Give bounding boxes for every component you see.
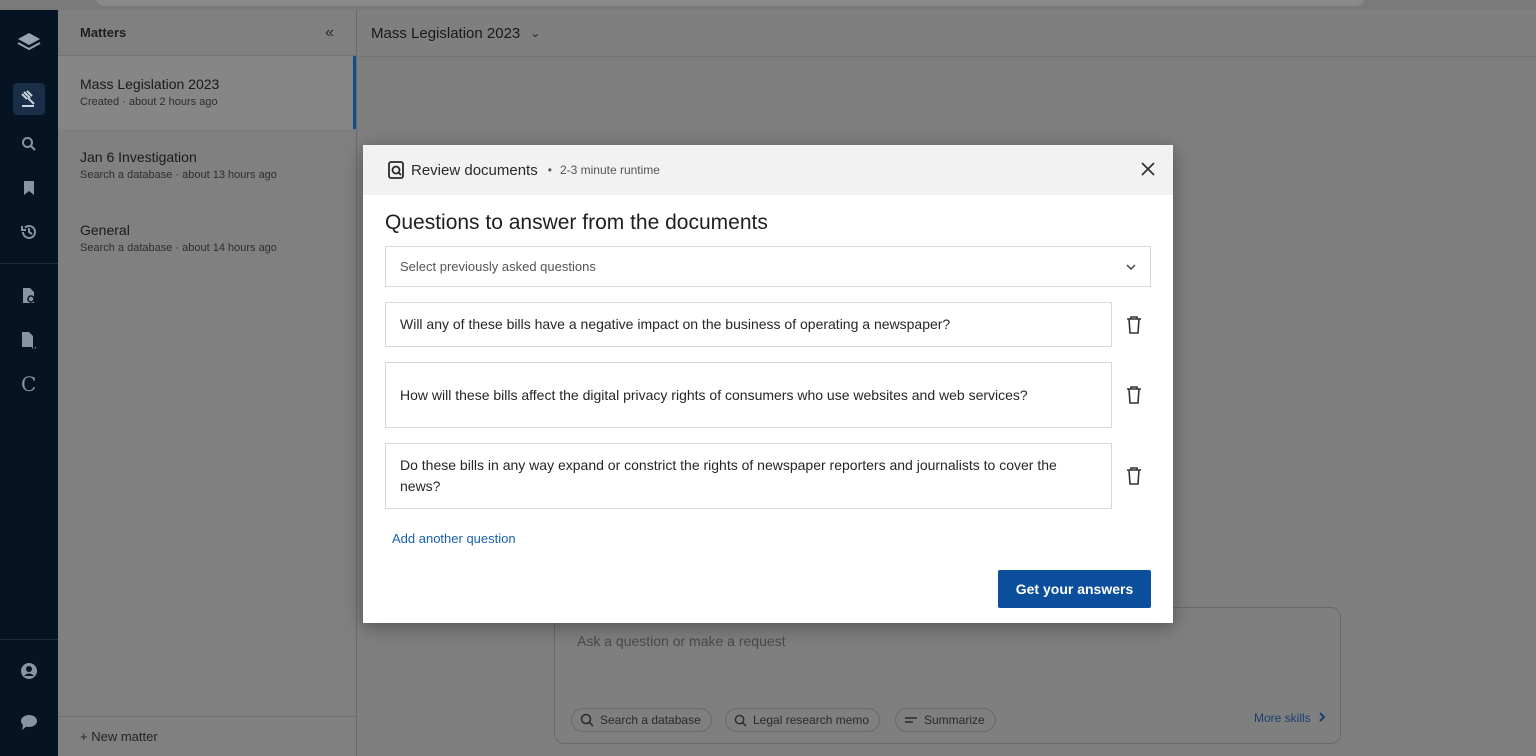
rail-divider bbox=[0, 263, 58, 264]
matters-title: Matters bbox=[80, 25, 127, 40]
svg-text:C: C bbox=[21, 374, 36, 394]
more-skills-label: More skills bbox=[1253, 711, 1311, 725]
collapse-icon[interactable]: « bbox=[325, 24, 334, 42]
matter-meta: Search a database · about 13 hours ago bbox=[80, 169, 277, 181]
matter-meta: Created · about 2 hours ago bbox=[80, 96, 218, 108]
chip-label: Legal research memo bbox=[753, 713, 870, 727]
chip-summarize[interactable]: Summarize bbox=[895, 708, 996, 732]
trash-icon[interactable] bbox=[1125, 466, 1143, 486]
matter-name: General bbox=[80, 222, 130, 238]
matters-panel: Matters « Mass Legislation 2023 Created … bbox=[58, 10, 357, 756]
get-answers-button[interactable]: Get your answers bbox=[998, 570, 1151, 608]
runtime-label: 2-3 minute runtime bbox=[559, 163, 660, 177]
summarize-icon bbox=[905, 717, 917, 723]
previous-questions-select[interactable]: Select previously asked questions bbox=[385, 246, 1151, 287]
chat-icon[interactable] bbox=[13, 706, 45, 738]
question-input[interactable]: Do these bills in any way expand or cons… bbox=[385, 443, 1112, 509]
matter-item-general[interactable]: General Search a database · about 14 hou… bbox=[58, 202, 356, 275]
chip-label: Summarize bbox=[924, 713, 985, 727]
close-icon[interactable] bbox=[1139, 160, 1157, 178]
question-row: Will any of these bills have a negative … bbox=[385, 302, 1151, 347]
question-row: Do these bills in any way expand or cons… bbox=[385, 443, 1151, 509]
search-icon[interactable] bbox=[13, 128, 45, 160]
ask-box: Ask a question or make a request Search … bbox=[554, 607, 1341, 744]
c-brand-icon[interactable]: C bbox=[13, 368, 45, 400]
browser-top-strip bbox=[0, 0, 1536, 10]
trash-icon[interactable] bbox=[1125, 315, 1143, 335]
question-row: How will these bills affect the digital … bbox=[385, 362, 1151, 428]
rail-divider-bottom bbox=[0, 639, 58, 640]
bookmarks-icon[interactable] bbox=[13, 172, 45, 204]
document-search-icon[interactable] bbox=[13, 280, 45, 312]
chevron-down-icon bbox=[1126, 263, 1136, 270]
trash-icon[interactable] bbox=[1125, 385, 1143, 405]
matter-item-mass-legislation[interactable]: Mass Legislation 2023 Created · about 2 … bbox=[58, 56, 356, 129]
matter-name: Jan 6 Investigation bbox=[80, 149, 197, 165]
app-logo-icon[interactable] bbox=[13, 26, 45, 58]
chevron-down-icon[interactable]: ⌄ bbox=[530, 26, 540, 40]
select-placeholder: Select previously asked questions bbox=[400, 259, 596, 274]
search-icon bbox=[734, 714, 747, 727]
chevron-right-icon bbox=[1319, 712, 1326, 722]
more-skills-link[interactable]: More skills bbox=[1254, 711, 1326, 725]
matter-name: Mass Legislation 2023 bbox=[80, 76, 220, 92]
document-quote-icon[interactable]: ,, bbox=[13, 324, 45, 356]
chip-label: Search a database bbox=[600, 713, 701, 727]
chip-legal-research-memo[interactable]: Legal research memo bbox=[725, 708, 881, 732]
history-icon[interactable] bbox=[13, 216, 45, 248]
left-rail: ,, C bbox=[0, 10, 58, 756]
modal-title: Review documents bbox=[411, 161, 538, 179]
document-review-icon bbox=[388, 161, 404, 179]
svg-text:,,: ,, bbox=[31, 341, 37, 349]
title-separator: • bbox=[547, 163, 552, 177]
account-icon[interactable] bbox=[13, 655, 45, 687]
matters-header: Matters « bbox=[58, 10, 356, 56]
question-input[interactable]: How will these bills affect the digital … bbox=[385, 362, 1112, 428]
gavel-icon[interactable] bbox=[13, 83, 45, 115]
matter-title: Mass Legislation 2023 bbox=[371, 24, 521, 42]
chip-search-database[interactable]: Search a database bbox=[571, 708, 712, 732]
modal-header: Review documents • 2-3 minute runtime bbox=[363, 145, 1173, 195]
questions-heading: Questions to answer from the documents bbox=[385, 211, 768, 234]
search-database-icon bbox=[580, 713, 594, 727]
add-question-link[interactable]: Add another question bbox=[392, 531, 516, 546]
matter-header: Mass Legislation 2023 ⌄ bbox=[358, 10, 1536, 57]
review-documents-modal: Review documents • 2-3 minute runtime Qu… bbox=[363, 145, 1173, 623]
ask-input[interactable]: Ask a question or make a request bbox=[577, 633, 786, 649]
matter-item-jan6[interactable]: Jan 6 Investigation Search a database · … bbox=[58, 129, 356, 202]
matter-meta: Search a database · about 14 hours ago bbox=[80, 242, 277, 254]
new-matter-button[interactable]: + New matter bbox=[58, 716, 357, 756]
address-bar[interactable] bbox=[95, 0, 1365, 6]
question-input[interactable]: Will any of these bills have a negative … bbox=[385, 302, 1112, 347]
